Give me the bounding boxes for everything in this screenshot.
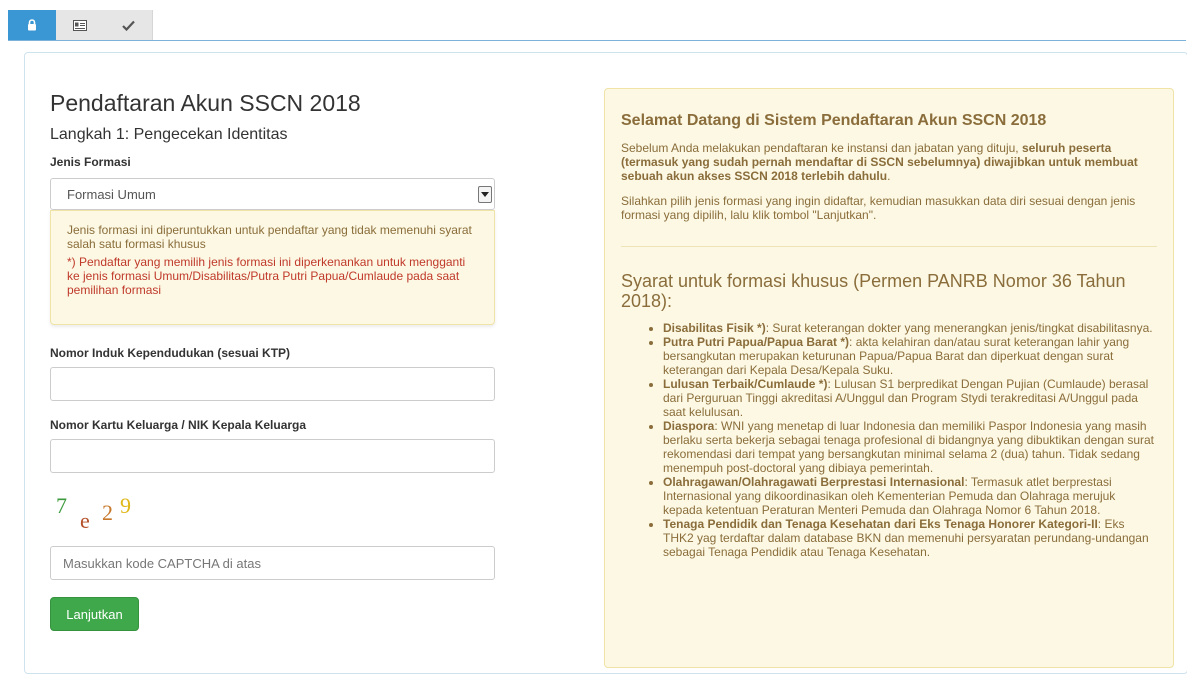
requirement-title: Lulusan Terbaik/Cumlaude *) [663, 377, 828, 391]
page-title: Pendaftaran Akun SSCN 2018 [50, 90, 361, 116]
welcome-title: Selamat Datang di Sistem Pendaftaran Aku… [621, 112, 1047, 129]
captcha-char: 9 [120, 493, 131, 518]
formation-info-box: Jenis formasi ini diperuntukkan untuk pe… [50, 210, 495, 325]
intro-text-end: . [887, 169, 891, 183]
captcha-image: 7 e 2 9 [56, 488, 156, 533]
requirement-text: : Surat keterangan dokter yang menerangk… [765, 321, 1153, 335]
requirement-title: Diaspora [663, 419, 715, 433]
list-item: Tenaga Pendidik dan Tenaga Kesehatan dar… [663, 517, 1156, 559]
checkmark-icon [121, 20, 135, 31]
list-item: Disabilitas Fisik *): Surat keterangan d… [663, 321, 1156, 335]
nik-input[interactable] [50, 367, 495, 401]
formation-info-text: Jenis formasi ini diperuntukkan untuk pe… [67, 223, 472, 251]
formation-select[interactable]: Formasi Umum [50, 178, 495, 210]
captcha-char: 2 [102, 500, 113, 525]
formation-label: Jenis Formasi [50, 155, 131, 169]
list-item: Olahragawan/Olahragawati Berprestasi Int… [663, 475, 1156, 517]
requirement-text: : WNI yang menetap di luar Indonesia dan… [663, 419, 1155, 475]
captcha-char: 7 [56, 493, 67, 518]
list-item: Putra Putri Papua/Papua Barat *): akta k… [663, 335, 1156, 377]
welcome-info-box: Selamat Datang di Sistem Pendaftaran Aku… [604, 88, 1174, 668]
step-title: Langkah 1: Pengecekan Identitas [50, 126, 288, 143]
id-card-icon [73, 19, 87, 31]
instruction-text: Silahkan pilih jenis formasi yang ingin … [621, 194, 1136, 222]
captcha-char: e [80, 508, 90, 533]
formation-select-value: Formasi Umum [67, 187, 156, 202]
nik-label: Nomor Induk Kependudukan (sesuai KTP) [50, 346, 291, 360]
requirement-title: Putra Putri Papua/Papua Barat *) [663, 335, 850, 349]
intro-text: Sebelum Anda melakukan pendaftaran ke in… [621, 141, 1151, 183]
divider [621, 246, 1157, 247]
list-item: Diaspora: WNI yang menetap di luar Indon… [663, 419, 1156, 475]
kk-input[interactable] [50, 439, 495, 473]
requirement-title: Disabilitas Fisik *) [663, 321, 766, 335]
tab-account[interactable] [8, 10, 56, 40]
requirements-list: Disabilitas Fisik *): Surat keterangan d… [621, 321, 1156, 559]
lock-icon [28, 19, 36, 31]
formation-warning-text: *) Pendaftar yang memilih jenis formasi … [67, 255, 466, 297]
tab-confirm[interactable] [104, 10, 153, 40]
step-tabs [8, 10, 1186, 41]
requirement-title: Olahragawan/Olahragawati Berprestasi Int… [663, 475, 965, 489]
intro-text-normal: Sebelum Anda melakukan pendaftaran ke in… [621, 141, 1022, 155]
requirements-title: Syarat untuk formasi khusus (Permen PANR… [621, 271, 1126, 311]
chevron-down-icon[interactable] [478, 186, 492, 203]
captcha-input[interactable] [50, 546, 495, 580]
continue-button[interactable]: Lanjutkan [50, 597, 139, 631]
kk-label: Nomor Kartu Keluarga / NIK Kepala Keluar… [50, 418, 307, 432]
list-item: Lulusan Terbaik/Cumlaude *): Lulusan S1 … [663, 377, 1156, 419]
requirement-title: Tenaga Pendidik dan Tenaga Kesehatan dar… [663, 517, 1098, 531]
tab-identity[interactable] [56, 10, 105, 40]
